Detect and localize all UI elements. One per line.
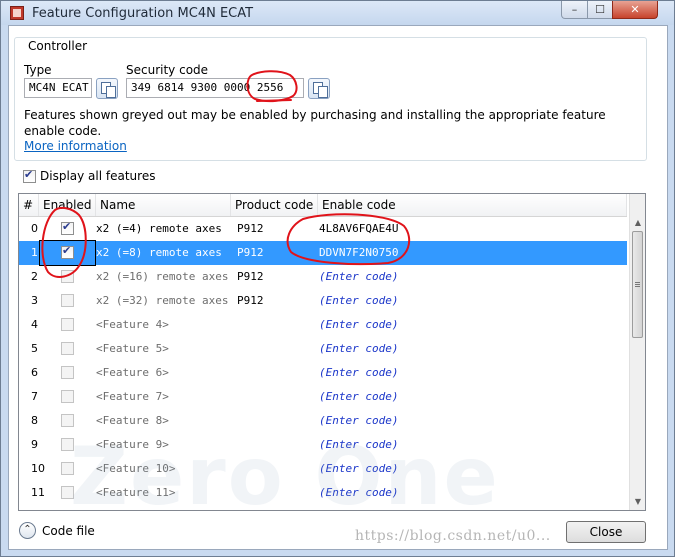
row-number: 2 [31, 270, 38, 283]
product-code: P912 [237, 270, 264, 283]
window-title: Feature Configuration MC4N ECAT [32, 6, 254, 21]
close-button[interactable]: Close [566, 521, 646, 543]
type-label: Type [24, 63, 52, 77]
feature-name: <Feature 4> [96, 318, 169, 331]
table-row[interactable]: 2 x2 (=16) remote axes P912 (Enter code) [19, 265, 627, 289]
feature-name: <Feature 5> [96, 342, 169, 355]
enable-code[interactable]: 4L8AV6FQAE4U [319, 217, 398, 241]
title-bar[interactable]: Feature Configuration MC4N ECAT – ☐ ✕ [1, 1, 674, 25]
type-field[interactable]: MC4N ECAT [24, 78, 92, 98]
controller-group-label: Controller [26, 39, 90, 53]
enable-code[interactable]: (Enter code) [319, 289, 398, 313]
row-number: 11 [31, 486, 45, 499]
vertical-scrollbar[interactable]: ▲ ▼ [629, 194, 645, 510]
table-row[interactable]: 5 <Feature 5> (Enter code) [19, 337, 627, 361]
enable-code[interactable]: DDVN7F2N0750 [319, 241, 398, 265]
close-window-button[interactable]: ✕ [612, 1, 658, 19]
row-number: 4 [31, 318, 38, 331]
table-row[interactable]: 4 <Feature 4> (Enter code) [19, 313, 627, 337]
table-row[interactable]: 3 x2 (=32) remote axes P912 (Enter code) [19, 289, 627, 313]
column-header-product-code[interactable]: Product code [231, 194, 318, 216]
minimize-button[interactable]: – [561, 1, 588, 19]
feature-name: <Feature 6> [96, 366, 169, 379]
enabled-checkbox[interactable] [61, 390, 74, 403]
row-number: 10 [31, 462, 45, 475]
feature-name: x2 (=32) remote axes [96, 294, 229, 307]
table-row[interactable]: 7 <Feature 7> (Enter code) [19, 385, 627, 409]
enable-code[interactable]: (Enter code) [319, 385, 398, 409]
enable-code[interactable]: (Enter code) [319, 313, 398, 337]
copy-security-code-button[interactable] [308, 78, 330, 99]
row-number: 7 [31, 390, 38, 403]
watermark-url: https://blog.csdn.net/u0... [355, 528, 551, 544]
feature-name: x2 (=4) remote axes [96, 222, 222, 235]
row-number: 5 [31, 342, 38, 355]
scrollbar-thumb[interactable] [632, 231, 643, 338]
focus-rectangle [39, 240, 96, 266]
row-number: 8 [31, 414, 38, 427]
copy-type-button[interactable] [96, 78, 118, 99]
enable-code[interactable]: (Enter code) [319, 337, 398, 361]
expand-code-file-button[interactable]: ⌃ [19, 522, 36, 539]
enabled-checkbox[interactable] [61, 342, 74, 355]
enabled-checkbox[interactable] [61, 414, 74, 427]
enable-code[interactable]: (Enter code) [319, 361, 398, 385]
column-header-enable-code[interactable]: Enable code [318, 194, 627, 216]
info-text: Features shown greyed out may be enabled… [24, 108, 606, 138]
more-information-link[interactable]: More information [24, 139, 127, 153]
row-number: 6 [31, 366, 38, 379]
display-all-checkbox[interactable] [23, 168, 36, 183]
product-code: P912 [237, 222, 264, 235]
enable-code[interactable]: (Enter code) [319, 265, 398, 289]
product-code: P912 [237, 246, 264, 259]
row-number: 1 [31, 246, 38, 259]
security-code-field[interactable]: 349 6814 9300 0000 2556 [126, 78, 304, 98]
table-row[interactable]: 1 x2 (=8) remote axes P912 DDVN7F2N0750 [19, 240, 627, 266]
feature-name: x2 (=16) remote axes [96, 270, 229, 283]
table-row[interactable]: 6 <Feature 6> (Enter code) [19, 361, 627, 385]
maximize-button[interactable]: ☐ [587, 1, 613, 19]
scroll-up-arrow-icon[interactable]: ▲ [630, 214, 645, 231]
feature-name: <Feature 7> [96, 390, 169, 403]
row-number: 3 [31, 294, 38, 307]
column-header-number[interactable]: # [19, 194, 39, 216]
row-number: 9 [31, 438, 38, 451]
display-all-label[interactable]: Display all features [40, 169, 155, 183]
enabled-checkbox[interactable] [61, 220, 74, 235]
table-row[interactable]: 0 x2 (=4) remote axes P912 4L8AV6FQAE4U [19, 217, 627, 241]
column-header-name[interactable]: Name [96, 194, 231, 216]
code-file-label[interactable]: Code file [42, 524, 95, 538]
product-code: P912 [237, 294, 264, 307]
row-number: 0 [31, 222, 38, 235]
app-icon [10, 6, 24, 20]
enabled-checkbox[interactable] [61, 318, 74, 331]
scroll-down-arrow-icon[interactable]: ▼ [630, 493, 645, 510]
security-code-label: Security code [126, 63, 209, 77]
feature-name: x2 (=8) remote axes [96, 246, 222, 259]
watermark-brand: Zero One [70, 430, 500, 523]
enabled-checkbox[interactable] [61, 270, 74, 283]
enabled-checkbox[interactable] [61, 294, 74, 307]
column-header-enabled[interactable]: Enabled [39, 194, 96, 216]
grid-header: # Enabled Name Product code Enable code [19, 194, 627, 217]
enabled-checkbox[interactable] [61, 366, 74, 379]
